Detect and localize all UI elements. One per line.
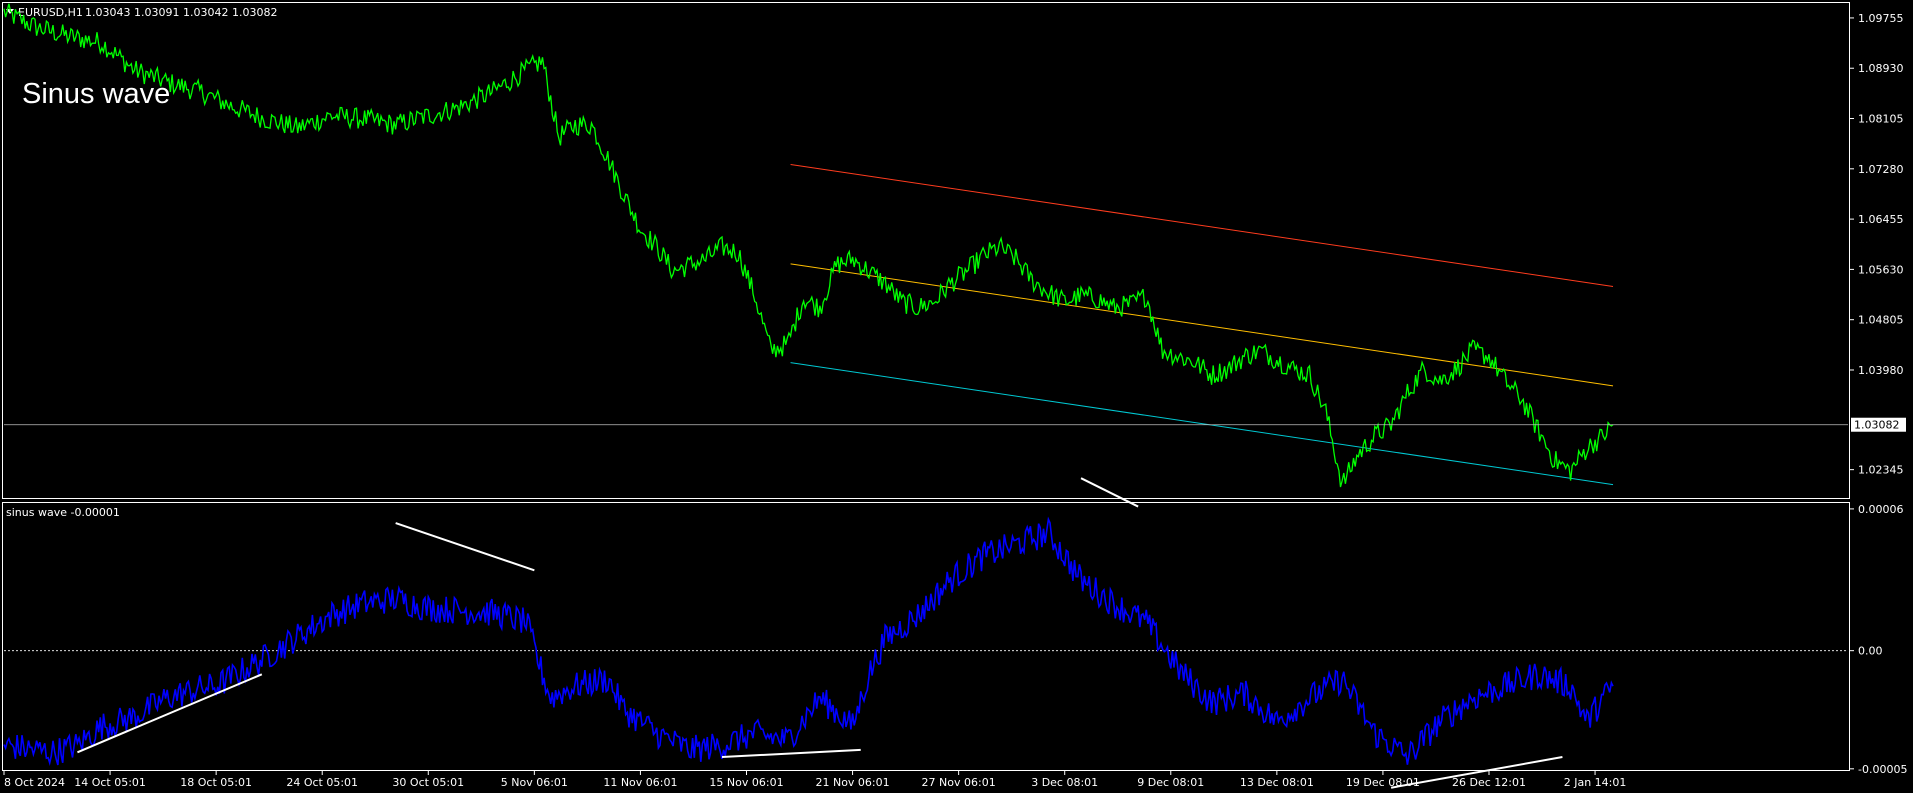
time-tick-label: 19 Dec 08:01 (1346, 776, 1420, 789)
time-tick-label: 2 Jan 14:01 (1564, 776, 1627, 789)
time-tick-label: 27 Nov 06:01 (922, 776, 996, 789)
indicator-y-tick-label: -0.00005 (1858, 763, 1907, 776)
price-y-tick-label: 1.05630 (1858, 263, 1904, 276)
indicator-caption: sinus wave -0.00001 (6, 506, 120, 519)
time-tick-label: 24 Oct 05:01 (286, 776, 358, 789)
indicator-y-tick-label: 0.00 (1858, 645, 1883, 658)
price-y-tick-label: 1.09755 (1858, 12, 1904, 25)
price-y-tick-label: 1.04805 (1858, 314, 1904, 327)
time-tick-label: 3 Dec 08:01 (1031, 776, 1098, 789)
time-tick-label: 9 Dec 08:01 (1137, 776, 1204, 789)
ohlc-readout: 1.03043 1.03091 1.03042 1.03082 (85, 6, 277, 19)
price-y-tick-label: 1.02345 (1858, 464, 1904, 477)
price-y-tick-label: 1.08930 (1858, 62, 1904, 75)
time-tick-label: 18 Oct 05:01 (180, 776, 252, 789)
indicator-y-tick-label: 0.00006 (1858, 503, 1904, 516)
time-tick-label: 21 Nov 06:01 (815, 776, 889, 789)
time-tick-label: 5 Nov 06:01 (501, 776, 568, 789)
price-y-tick-label: 1.06455 (1858, 213, 1904, 226)
time-tick-label: 14 Oct 05:01 (74, 776, 146, 789)
time-tick-label: 13 Dec 08:01 (1240, 776, 1314, 789)
last-price-label: 1.03082 (1854, 419, 1900, 432)
price-y-tick-label: 1.07280 (1858, 163, 1904, 176)
time-tick-label: 30 Oct 05:01 (392, 776, 464, 789)
overlay-title: Sinus wave (22, 78, 170, 110)
price-y-tick-label: 1.08105 (1858, 113, 1904, 126)
last-price-marker: 1.03082 (1851, 417, 1906, 432)
chart-canvas: EURUSD,H1 1.03043 1.03091 1.03042 1.0308… (0, 0, 1913, 793)
time-tick-label: 8 Oct 2024 (4, 776, 65, 789)
time-tick-label: 11 Nov 06:01 (603, 776, 677, 789)
time-tick-label: 15 Nov 06:01 (709, 776, 783, 789)
price-y-tick-label: 1.03980 (1858, 364, 1904, 377)
symbol-caption: EURUSD,H1 (18, 6, 83, 19)
time-tick-label: 26 Dec 12:01 (1452, 776, 1526, 789)
